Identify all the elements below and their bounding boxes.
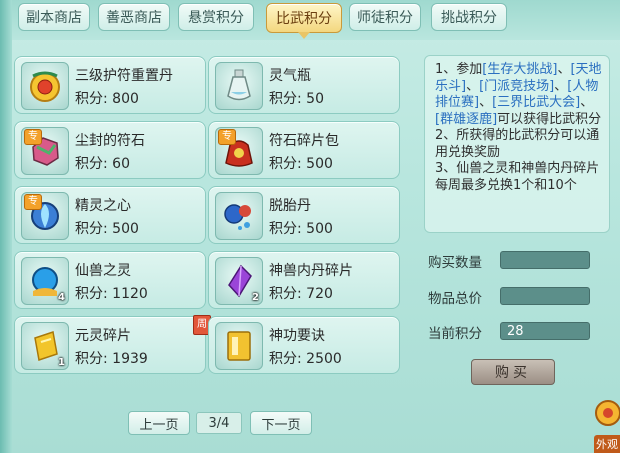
shop-item[interactable]: 4 仙兽之灵 积分: 1120 <box>14 251 206 309</box>
shop-item[interactable]: 专 符石碎片包 积分: 500 <box>208 121 400 179</box>
item-points: 积分: 60 <box>75 156 130 172</box>
current-points-field: 28 <box>500 322 590 340</box>
shop-item[interactable]: 2 神兽内丹碎片 积分: 720 <box>208 251 400 309</box>
total-price-label: 物品总价 <box>428 291 482 307</box>
purchase-quantity-label: 购买数量 <box>428 255 482 271</box>
separator: 、 <box>580 95 594 110</box>
tab-karma-shop[interactable]: 善恶商店 <box>98 3 170 31</box>
link-three-realms-tournament[interactable]: [三界比武大会] <box>492 95 580 110</box>
separator: 、 <box>479 95 493 110</box>
shop-item[interactable]: 专 尘封的符石 积分: 60 <box>14 121 206 179</box>
item-quantity: 4 <box>58 292 65 303</box>
separator: 、 <box>466 78 480 94</box>
item-slot: 2 <box>215 257 263 305</box>
item-name: 仙兽之灵 <box>75 263 131 279</box>
shop-item[interactable]: 专 精灵之心 积分: 500 <box>14 186 206 244</box>
link-sect-arena[interactable]: [门派竞技场] <box>479 79 554 94</box>
link-heroes-contest[interactable]: [群雄逐鹿] <box>435 112 497 127</box>
gold-amulet-icon <box>30 71 60 102</box>
item-name: 符石碎片包 <box>269 133 339 149</box>
item-slot <box>215 322 263 370</box>
tab-dungeon-shop[interactable]: 副本商店 <box>18 3 90 31</box>
tab-mentor-points[interactable]: 师徒积分 <box>349 3 421 31</box>
tab-arena-points[interactable]: 比武积分 <box>266 3 342 39</box>
item-slot: 1 <box>21 322 69 370</box>
exclusive-badge: 专 <box>218 129 236 145</box>
item-slot: 专 <box>21 127 69 175</box>
exclusive-badge: 专 <box>24 129 42 145</box>
appearance-corner-icon[interactable]: 外观 <box>590 395 620 453</box>
rules-text: 1、参加[生存大挑战]、[天地乐斗]、[门派竞技场]、[人物排位赛]、[三界比武… <box>435 62 603 194</box>
item-name: 尘封的符石 <box>75 133 145 149</box>
rules-line3: 3、仙兽之灵和神兽内丹碎片每周最多兑换1个和10个 <box>435 161 600 193</box>
left-border-decoration <box>0 0 12 453</box>
appearance-icon <box>595 400 620 426</box>
item-name: 精灵之心 <box>75 198 131 214</box>
current-points-label: 当前积分 <box>428 326 482 342</box>
item-quantity: 1 <box>58 357 65 368</box>
rebirth-pill-icon <box>224 204 251 230</box>
purchase-quantity-input[interactable] <box>500 251 590 269</box>
item-slot: 4 <box>21 257 69 305</box>
item-points: 积分: 800 <box>75 91 139 107</box>
item-name: 脱胎丹 <box>269 198 311 214</box>
item-name: 元灵碎片 <box>75 328 131 344</box>
item-points: 积分: 2500 <box>269 351 342 367</box>
item-slot <box>215 192 263 240</box>
next-page-button[interactable]: 下一页 <box>250 411 312 435</box>
link-survival-challenge[interactable]: [生存大挑战] <box>482 62 557 77</box>
item-points: 积分: 1120 <box>75 286 148 302</box>
rules-info-box: 1、参加[生存大挑战]、[天地乐斗]、[门派竞技场]、[人物排位赛]、[三界比武… <box>424 55 610 233</box>
item-points: 积分: 500 <box>269 156 333 172</box>
item-slot: 专 <box>21 192 69 240</box>
shop-item[interactable]: 1 周 元灵碎片 积分: 1939 <box>14 315 211 374</box>
exclusive-badge: 专 <box>24 194 42 210</box>
rules-line2: 2、所获得的比武积分可以通用兑换奖励 <box>435 128 600 160</box>
tab-challenge-points[interactable]: 挑战积分 <box>431 3 507 31</box>
prev-page-button[interactable]: 上一页 <box>128 411 190 435</box>
item-name: 神兽内丹碎片 <box>269 263 353 279</box>
item-points: 积分: 720 <box>269 286 333 302</box>
skill-book-icon <box>227 331 251 361</box>
item-name: 灵气瓶 <box>269 68 311 84</box>
spirit-bottle-icon <box>227 69 251 101</box>
item-points: 积分: 500 <box>75 221 139 237</box>
tab-bounty-points[interactable]: 悬赏积分 <box>178 3 254 31</box>
total-price-field <box>500 287 590 305</box>
page-indicator: 3/4 <box>196 412 242 434</box>
separator: 、 <box>554 78 568 94</box>
appearance-label: 外观 <box>594 435 620 453</box>
shop-panel: 副本商店 善恶商店 悬赏积分 比武积分 师徒积分 挑战积分 三级护符重置丹 积分… <box>0 0 620 453</box>
separator: 、 <box>557 62 571 77</box>
rules-line1-prefix: 1、参加 <box>435 62 483 77</box>
buy-button[interactable]: 购买 <box>471 359 555 385</box>
shop-item[interactable]: 三级护符重置丹 积分: 800 <box>14 56 206 114</box>
item-name: 三级护符重置丹 <box>75 68 173 84</box>
shop-item[interactable]: 灵气瓶 积分: 50 <box>208 56 400 114</box>
item-points: 积分: 50 <box>269 91 324 107</box>
item-slot: 专 <box>215 127 263 175</box>
shop-item[interactable]: 神功要诀 积分: 2500 <box>208 316 400 374</box>
item-slot <box>215 62 263 110</box>
item-quantity: 2 <box>252 292 259 303</box>
shop-item[interactable]: 脱胎丹 积分: 500 <box>208 186 400 244</box>
item-points: 积分: 500 <box>269 221 333 237</box>
item-slot <box>21 62 69 110</box>
rules-line1-suffix: 可以获得比武积分 <box>497 111 602 127</box>
item-name: 神功要诀 <box>269 328 325 344</box>
item-points: 积分: 1939 <box>75 351 148 367</box>
